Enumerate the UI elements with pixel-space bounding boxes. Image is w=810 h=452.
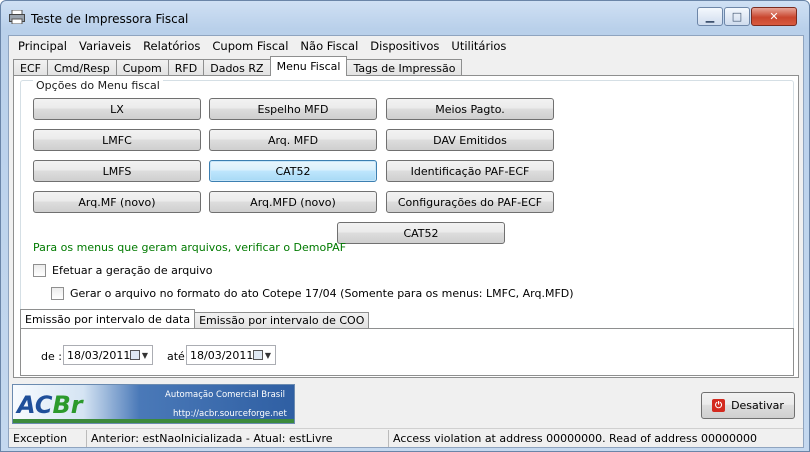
emission-tabs: Emissão por intervalo de data Emissão po…: [20, 309, 370, 328]
maximize-icon: □: [731, 10, 743, 23]
desativar-button[interactable]: ⏻ Desativar: [701, 392, 795, 419]
printer-icon: [9, 10, 25, 24]
acbr-url: http://acbr.sourceforge.net: [173, 409, 287, 419]
bottom-panel: ACBr Automação Comercial Brasil http://a…: [9, 384, 803, 427]
acbr-logo: ACBr Automação Comercial Brasil http://a…: [12, 384, 295, 424]
client-area: Principal Variaveis Relatórios Cupom Fis…: [8, 35, 804, 448]
menu-principal[interactable]: Principal: [12, 39, 73, 53]
tab-rfd[interactable]: RFD: [167, 59, 205, 76]
menu-fiscal-panel: Opções do Menu fiscal LX Espelho MFD Mei…: [13, 75, 799, 378]
menu-dispositivos[interactable]: Dispositivos: [364, 39, 445, 53]
cotepe-row[interactable]: Gerar o arquivo no formato do ato Cotepe…: [51, 287, 574, 300]
cotepe-checkbox[interactable]: [51, 287, 64, 300]
cat52-button[interactable]: CAT52: [209, 160, 377, 182]
status-message: Access violation at address 00000000. Re…: [393, 431, 757, 445]
close-button[interactable]: ✕: [751, 7, 797, 26]
ate-label: até: [167, 350, 185, 363]
menu-bar: Principal Variaveis Relatórios Cupom Fis…: [9, 36, 803, 56]
logo-stripe: [13, 419, 294, 423]
espelho-mfd-button[interactable]: Espelho MFD: [209, 98, 377, 120]
demopaf-note: Para os menus que geram arquivos, verifi…: [33, 241, 347, 254]
lx-button[interactable]: LX: [33, 98, 201, 120]
dav-emitidos-button[interactable]: DAV Emitidos: [386, 129, 554, 151]
menu-nao-fiscal[interactable]: Não Fiscal: [294, 39, 364, 53]
calendar-dropdown-icon[interactable]: ▼: [251, 348, 273, 362]
lmfs-button[interactable]: LMFS: [33, 160, 201, 182]
identificacao-paf-button[interactable]: Identificação PAF-ECF: [386, 160, 554, 182]
tab-dados-rz[interactable]: Dados RZ: [203, 59, 271, 76]
efetuar-checkbox[interactable]: [33, 264, 46, 277]
status-bar: Exception Anterior: estNaoInicializada -…: [9, 428, 803, 447]
close-icon: ✕: [769, 10, 779, 23]
tab-menu-fiscal[interactable]: Menu Fiscal: [269, 56, 348, 76]
efetuar-label: Efetuar a geração de arquivo: [52, 264, 213, 277]
menu-relatorios[interactable]: Relatórios: [137, 39, 206, 53]
acbr-tagline: Automação Comercial Brasil: [165, 390, 285, 400]
de-label: de :: [41, 350, 62, 363]
status-exception: Exception: [9, 429, 87, 447]
menu-cupom-fiscal[interactable]: Cupom Fiscal: [206, 39, 294, 53]
group-label: Opções do Menu fiscal: [33, 79, 163, 92]
de-date-value: 18/03/2011: [67, 348, 131, 362]
acbr-brand: ACBr: [17, 391, 83, 419]
meios-pagto-button[interactable]: Meios Pagto.: [386, 98, 554, 120]
minimize-icon: ▁: [705, 10, 715, 23]
tab-cupom[interactable]: Cupom: [115, 59, 169, 76]
tab-tags-impressao[interactable]: Tags de Impressão: [346, 59, 463, 76]
desativar-label: Desativar: [731, 399, 784, 412]
app-window: Teste de Impressora Fiscal ▁ □ ✕ Princip…: [0, 0, 810, 452]
arq-mfd-novo-button[interactable]: Arq.MFD (novo): [209, 191, 377, 213]
ate-date-value: 18/03/2011: [190, 348, 254, 362]
date-range-panel: de : 18/03/2011 ▼ até 18/03/2011 ▼: [20, 328, 794, 376]
minimize-button[interactable]: ▁: [697, 7, 723, 26]
cat52-second-button[interactable]: CAT52: [337, 222, 505, 244]
power-icon: ⏻: [712, 399, 726, 412]
tab-cmd-resp[interactable]: Cmd/Resp: [46, 59, 117, 76]
tab-intervalo-data[interactable]: Emissão por intervalo de data: [20, 309, 196, 328]
ate-date-picker[interactable]: 18/03/2011 ▼: [186, 345, 276, 365]
calendar-dropdown-icon[interactable]: ▼: [128, 348, 150, 362]
menu-variaveis[interactable]: Variaveis: [73, 39, 137, 53]
lmfc-button[interactable]: LMFC: [33, 129, 201, 151]
arq-mf-novo-button[interactable]: Arq.MF (novo): [33, 191, 201, 213]
configuracoes-paf-button[interactable]: Configurações do PAF-ECF: [386, 191, 554, 213]
de-date-picker[interactable]: 18/03/2011 ▼: [63, 345, 153, 365]
tab-intervalo-coo[interactable]: Emissão por intervalo de COO: [194, 312, 370, 328]
cotepe-label: Gerar o arquivo no formato do ato Cotepe…: [70, 287, 574, 300]
tab-ecf[interactable]: ECF: [13, 59, 48, 76]
arq-mfd-button[interactable]: Arq. MFD: [209, 129, 377, 151]
efetuar-row[interactable]: Efetuar a geração de arquivo: [33, 264, 212, 277]
main-tabs: ECF Cmd/Resp Cupom RFD Dados RZ Menu Fis…: [13, 56, 463, 76]
status-state: Anterior: estNaoInicializada - Atual: es…: [87, 429, 389, 447]
menu-utilitarios[interactable]: Utilitários: [445, 39, 512, 53]
title-bar[interactable]: Teste de Impressora Fiscal ▁ □ ✕: [1, 1, 809, 35]
menu-fiscal-group: Opções do Menu fiscal LX Espelho MFD Mei…: [20, 79, 794, 330]
window-title: Teste de Impressora Fiscal: [31, 12, 189, 26]
maximize-button[interactable]: □: [724, 7, 750, 26]
